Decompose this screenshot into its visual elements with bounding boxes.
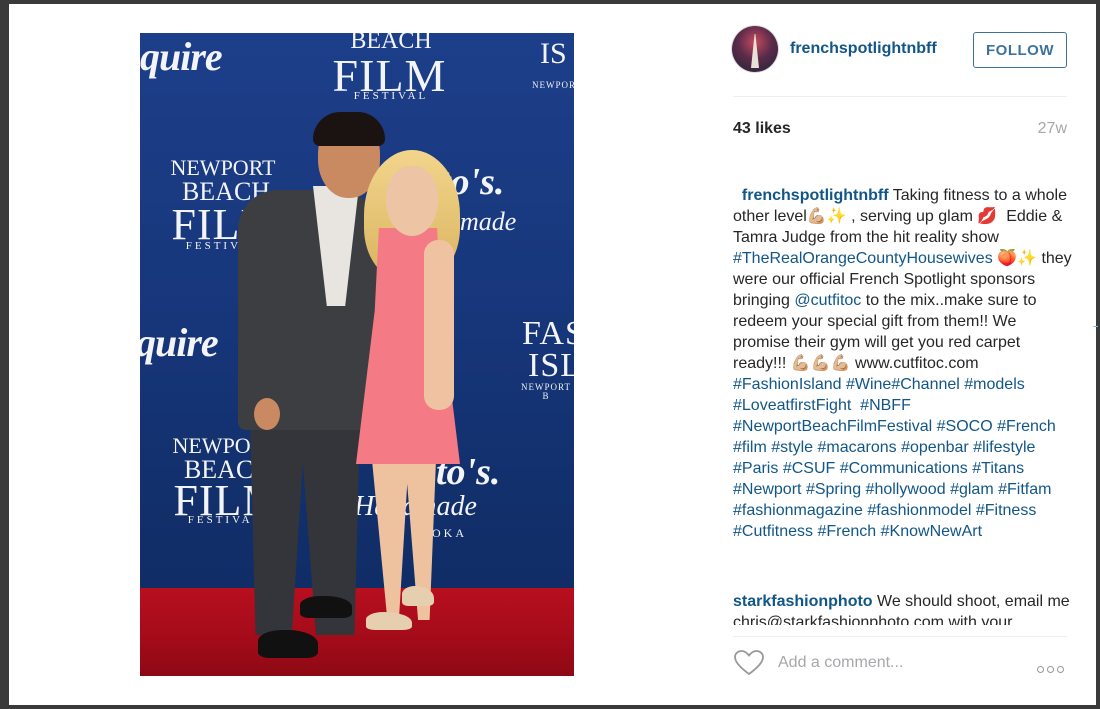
hashtag-link[interactable]: #LoveatfirstFight [733, 397, 851, 414]
hashtag-link[interactable]: #KnowNewArt [881, 523, 982, 540]
scroll-edge-mark [1093, 326, 1098, 327]
hashtag-link[interactable]: @cutfitoc [794, 292, 861, 309]
caption-text-segment [1051, 481, 1055, 498]
hashtag-link[interactable]: #Communications [840, 460, 968, 477]
hashtag-link[interactable]: #macarons [817, 439, 896, 456]
caption-text-segment [1025, 376, 1029, 393]
more-options-icon[interactable] [1037, 660, 1071, 673]
hashtag-link[interactable]: #NBFF [860, 397, 911, 414]
add-comment-input[interactable]: Add a comment... [778, 654, 903, 672]
post-username-link[interactable]: frenchspotlightnbff [790, 40, 937, 58]
post-photo[interactable]: quire BEACH FILM FESTIVAL IS NEWPORT NEW… [140, 33, 574, 676]
caption-text-segment [851, 397, 860, 414]
hashtag-link[interactable]: #SOCO [937, 418, 993, 435]
hashtag-link[interactable]: #models [964, 376, 1024, 393]
follow-button[interactable]: FOLLOW [973, 32, 1067, 68]
hashtag-link[interactable]: #Newport [733, 481, 801, 498]
hashtag-link[interactable]: #Titans [972, 460, 1024, 477]
comment-item: starkfashionphoto We should shoot, email… [733, 591, 1073, 625]
hashtag-link[interactable]: #CSUF [783, 460, 835, 477]
caption-text-segment [1036, 502, 1040, 519]
hashtag-link[interactable]: #lifestyle [973, 439, 1035, 456]
hashtag-link[interactable]: #Spring [806, 481, 861, 498]
divider [733, 96, 1067, 97]
eiffel-tower-icon [751, 34, 759, 68]
hashtag-link[interactable]: #film [733, 439, 767, 456]
hashtag-link[interactable]: #Paris [733, 460, 778, 477]
heart-icon[interactable] [734, 650, 764, 676]
divider [733, 636, 1067, 637]
caption-text-segment [1056, 418, 1060, 435]
hashtag-link[interactable]: #French [997, 418, 1056, 435]
likes-count[interactable]: 43 likes [733, 120, 791, 138]
post-caption: frenchspotlightnbff Taking fitness to a … [733, 164, 1073, 542]
avatar[interactable] [732, 26, 778, 72]
hashtag-link[interactable]: #Fitfam [998, 481, 1051, 498]
hashtag-link[interactable]: #fashionmagazine [733, 502, 863, 519]
hashtag-link[interactable]: #TheRealOrangeCountyHousewives [733, 250, 993, 267]
hashtag-link[interactable]: #style [771, 439, 813, 456]
caption-text-segment [911, 397, 920, 414]
comment-username-link[interactable]: starkfashionphoto [733, 593, 873, 610]
hashtag-link[interactable]: #glam [950, 481, 994, 498]
caption-text-segment [1024, 460, 1028, 477]
hashtag-link[interactable]: #French [818, 523, 877, 540]
hashtag-link[interactable]: #FashionIsland [733, 376, 842, 393]
caption-text: Taking fitness to a whole other level💪🏼✨… [733, 187, 1076, 540]
hashtag-link[interactable]: #openbar [901, 439, 969, 456]
hashtag-link[interactable]: #fashionmodel [867, 502, 971, 519]
hashtag-link[interactable]: #Fitness [976, 502, 1036, 519]
caption-username-link[interactable]: frenchspotlightnbff [742, 187, 889, 204]
post-age[interactable]: 27w [1038, 120, 1067, 138]
photo-subjects [140, 33, 574, 676]
caption-text-segment [1035, 439, 1039, 456]
hashtag-link[interactable]: #NewportBeachFilmFestival [733, 418, 932, 435]
hashtag-link[interactable]: #Wine#Channel [846, 376, 960, 393]
hashtag-link[interactable]: #Cutfitness [733, 523, 813, 540]
hashtag-link[interactable]: #hollywood [866, 481, 946, 498]
